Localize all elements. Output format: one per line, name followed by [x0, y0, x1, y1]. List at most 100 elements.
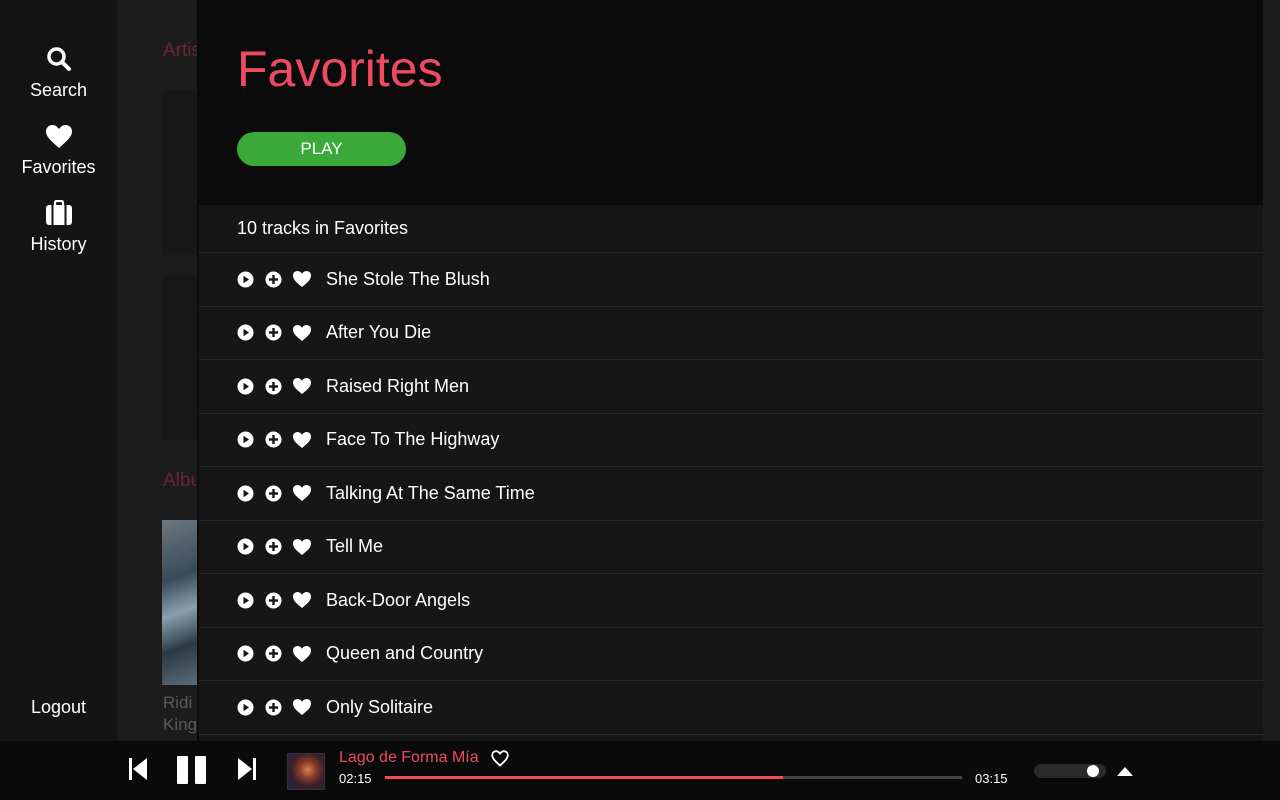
play-track-button[interactable]: [236, 538, 254, 556]
plus-circle-icon: [265, 271, 282, 288]
track-row[interactable]: Queen and Country: [199, 628, 1263, 681]
volume-slider[interactable]: [1034, 764, 1106, 778]
total-time: 03:15: [975, 771, 1008, 786]
next-track-button[interactable]: [236, 756, 258, 782]
page-title: Favorites: [237, 41, 443, 97]
heart-icon: [292, 698, 312, 716]
play-track-button[interactable]: [236, 591, 254, 609]
heart-icon: [292, 538, 312, 556]
pause-icon: [177, 756, 206, 784]
albums-heading: Albu: [163, 470, 202, 491]
now-playing-cover[interactable]: [287, 753, 325, 790]
track-title[interactable]: Raised Right Men: [326, 376, 469, 397]
add-to-queue-button[interactable]: [264, 538, 282, 556]
previous-track-button[interactable]: [127, 756, 149, 782]
play-circle-icon: [237, 538, 254, 555]
unfavorite-button[interactable]: [292, 270, 312, 288]
add-to-queue-button[interactable]: [264, 270, 282, 288]
progress-bar[interactable]: [385, 776, 962, 779]
track-row[interactable]: After You Die: [199, 307, 1263, 360]
track-row[interactable]: Only Solitaire: [199, 681, 1263, 735]
play-circle-icon: [237, 699, 254, 716]
play-track-button[interactable]: [236, 377, 254, 395]
track-row[interactable]: Talking At The Same Time: [199, 467, 1263, 521]
progress-fill: [385, 776, 784, 779]
track-row[interactable]: She Stole The Blush: [199, 253, 1263, 307]
unfavorite-button[interactable]: [292, 484, 312, 502]
plus-circle-icon: [265, 645, 282, 662]
play-track-button[interactable]: [236, 484, 254, 502]
pause-button[interactable]: [175, 754, 209, 786]
track-title[interactable]: Talking At The Same Time: [326, 483, 535, 504]
play-track-button[interactable]: [236, 270, 254, 288]
unfavorite-button[interactable]: [292, 698, 312, 716]
volume-knob[interactable]: [1087, 765, 1099, 777]
play-track-button[interactable]: [236, 431, 254, 449]
scrollbar[interactable]: [1263, 0, 1280, 741]
plus-circle-icon: [265, 378, 282, 395]
skip-forward-icon: [238, 758, 256, 780]
track-title[interactable]: Only Solitaire: [326, 697, 433, 718]
heart-icon: [292, 591, 312, 609]
favorites-panel: Favorites PLAY 10 tracks in Favorites Sh…: [197, 0, 1263, 741]
add-to-queue-button[interactable]: [264, 377, 282, 395]
play-circle-icon: [237, 645, 254, 662]
track-title[interactable]: After You Die: [326, 322, 431, 343]
add-to-queue-button[interactable]: [264, 431, 282, 449]
artists-heading: Artis: [163, 40, 201, 61]
current-time: 02:15: [339, 771, 372, 786]
track-title[interactable]: She Stole The Blush: [326, 269, 490, 290]
now-playing-title[interactable]: Lago de Forma Mía: [339, 749, 479, 767]
album-cover[interactable]: [162, 520, 202, 685]
briefcase-icon: [45, 192, 73, 226]
track-row[interactable]: Face To The Highway: [199, 414, 1263, 467]
add-to-queue-button[interactable]: [264, 591, 282, 609]
heart-icon: [292, 431, 312, 449]
heart-icon: [292, 645, 312, 663]
sidebar-item-favorites[interactable]: Favorites: [0, 115, 117, 178]
play-circle-icon: [237, 378, 254, 395]
heart-icon: [292, 484, 312, 502]
track-row[interactable]: Back-Door Angels: [199, 574, 1263, 628]
heart-icon: [292, 377, 312, 395]
sidebar-item-label: Search: [29, 80, 88, 100]
unfavorite-button[interactable]: [292, 645, 312, 663]
track-row[interactable]: Tell Me: [199, 521, 1263, 574]
track-row[interactable]: Raised Right Men: [199, 360, 1263, 414]
expand-player-button[interactable]: [1116, 765, 1134, 777]
track-title[interactable]: Back-Door Angels: [326, 590, 470, 611]
play-track-button[interactable]: [236, 645, 254, 663]
unfavorite-button[interactable]: [292, 431, 312, 449]
track-title[interactable]: Face To The Highway: [326, 429, 499, 450]
sidebar-item-history[interactable]: History: [0, 192, 117, 255]
sidebar: Search Favorites History Logout: [0, 0, 117, 741]
sidebar-item-search[interactable]: Search: [0, 38, 117, 101]
unfavorite-button[interactable]: [292, 377, 312, 395]
unfavorite-button[interactable]: [292, 538, 312, 556]
heart-outline-icon: [491, 750, 509, 767]
play-circle-icon: [237, 485, 254, 502]
add-to-queue-button[interactable]: [264, 698, 282, 716]
plus-circle-icon: [265, 699, 282, 716]
plus-circle-icon: [265, 592, 282, 609]
sidebar-item-label: Favorites: [21, 157, 96, 177]
skip-back-icon: [129, 758, 147, 780]
track-title[interactable]: Queen and Country: [326, 643, 483, 664]
logout-button[interactable]: Logout: [0, 697, 117, 718]
track-list: 10 tracks in Favorites She Stole The Blu…: [199, 205, 1263, 741]
add-to-queue-button[interactable]: [264, 324, 282, 342]
play-all-button[interactable]: PLAY: [237, 132, 406, 166]
plus-circle-icon: [265, 431, 282, 448]
play-circle-icon: [237, 431, 254, 448]
plus-circle-icon: [265, 324, 282, 341]
play-track-button[interactable]: [236, 698, 254, 716]
unfavorite-button[interactable]: [292, 591, 312, 609]
favorite-toggle[interactable]: [491, 750, 509, 767]
play-track-button[interactable]: [236, 324, 254, 342]
add-to-queue-button[interactable]: [264, 645, 282, 663]
track-title[interactable]: Tell Me: [326, 536, 383, 557]
add-to-queue-button[interactable]: [264, 484, 282, 502]
track-count: 10 tracks in Favorites: [199, 205, 1263, 253]
unfavorite-button[interactable]: [292, 324, 312, 342]
play-circle-icon: [237, 592, 254, 609]
